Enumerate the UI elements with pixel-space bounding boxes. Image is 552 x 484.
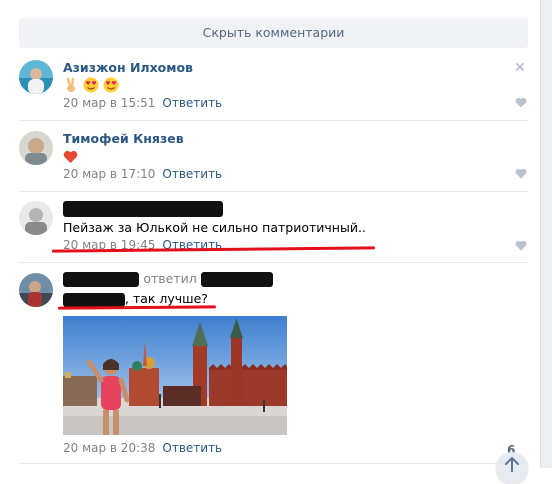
reply-link[interactable]: Ответить bbox=[162, 167, 222, 181]
page-scrollbar-track[interactable] bbox=[541, 0, 552, 468]
close-icon[interactable]: ✕ bbox=[514, 60, 526, 76]
victory-hand-icon bbox=[66, 77, 75, 92]
heart-eyes-emoji-icon bbox=[103, 77, 119, 92]
comment-time[interactable]: 20 мар в 17:10 bbox=[63, 167, 155, 181]
comment-text bbox=[63, 76, 119, 93]
attached-photo[interactable] bbox=[63, 316, 287, 435]
avatar[interactable] bbox=[19, 201, 53, 235]
hide-comments-button[interactable]: Скрыть комментарии bbox=[19, 18, 528, 48]
heart-icon[interactable] bbox=[515, 240, 527, 251]
comment-text: , так лучше? bbox=[63, 291, 208, 307]
divider bbox=[19, 120, 528, 121]
comment-text-content: , так лучше? bbox=[125, 291, 208, 306]
divider bbox=[19, 463, 528, 464]
comment-meta: 20 мар в 17:10 Ответить bbox=[63, 167, 222, 181]
heart-icon[interactable] bbox=[515, 97, 527, 108]
red-square-photo-image bbox=[63, 316, 287, 435]
reply-link[interactable]: Ответить bbox=[162, 96, 222, 110]
heart-icon[interactable] bbox=[515, 168, 527, 179]
replied-label: ответил bbox=[143, 271, 197, 286]
divider bbox=[19, 262, 528, 263]
avatar[interactable] bbox=[19, 273, 53, 307]
annotation-underline bbox=[57, 305, 217, 310]
comment-meta: 20 мар в 20:38 Ответить bbox=[63, 441, 222, 455]
comment-meta: 20 мар в 15:51 Ответить bbox=[63, 96, 222, 110]
comment-author[interactable]: Тимофей Князев bbox=[63, 131, 184, 146]
avatar[interactable] bbox=[19, 60, 53, 94]
comment-text bbox=[63, 148, 78, 164]
comment-time[interactable]: 20 мар в 15:51 bbox=[63, 96, 155, 110]
comment-time[interactable]: 20 мар в 20:38 bbox=[63, 441, 155, 455]
comment-author[interactable]: Азизжон Илхомов bbox=[63, 60, 193, 75]
divider bbox=[19, 191, 528, 192]
redacted-recipient-name[interactable] bbox=[201, 272, 274, 287]
arrow-up-icon bbox=[505, 456, 519, 473]
comments-panel: Скрыть комментарии Азизжон Илхомов 20 ма… bbox=[0, 0, 541, 484]
avatar[interactable] bbox=[19, 131, 53, 165]
red-heart-icon bbox=[63, 150, 78, 163]
redacted-author-name[interactable] bbox=[63, 200, 223, 217]
redacted-author-name[interactable] bbox=[63, 272, 139, 287]
scroll-to-top-button[interactable] bbox=[496, 452, 528, 484]
heart-eyes-emoji-icon bbox=[83, 77, 99, 92]
comment-header: ответил bbox=[63, 271, 274, 287]
reply-link[interactable]: Ответить bbox=[162, 441, 222, 455]
redacted-mention[interactable] bbox=[63, 292, 125, 307]
comment-text: Пейзаж за Юлькой не сильно патриотичный.… bbox=[63, 220, 366, 235]
